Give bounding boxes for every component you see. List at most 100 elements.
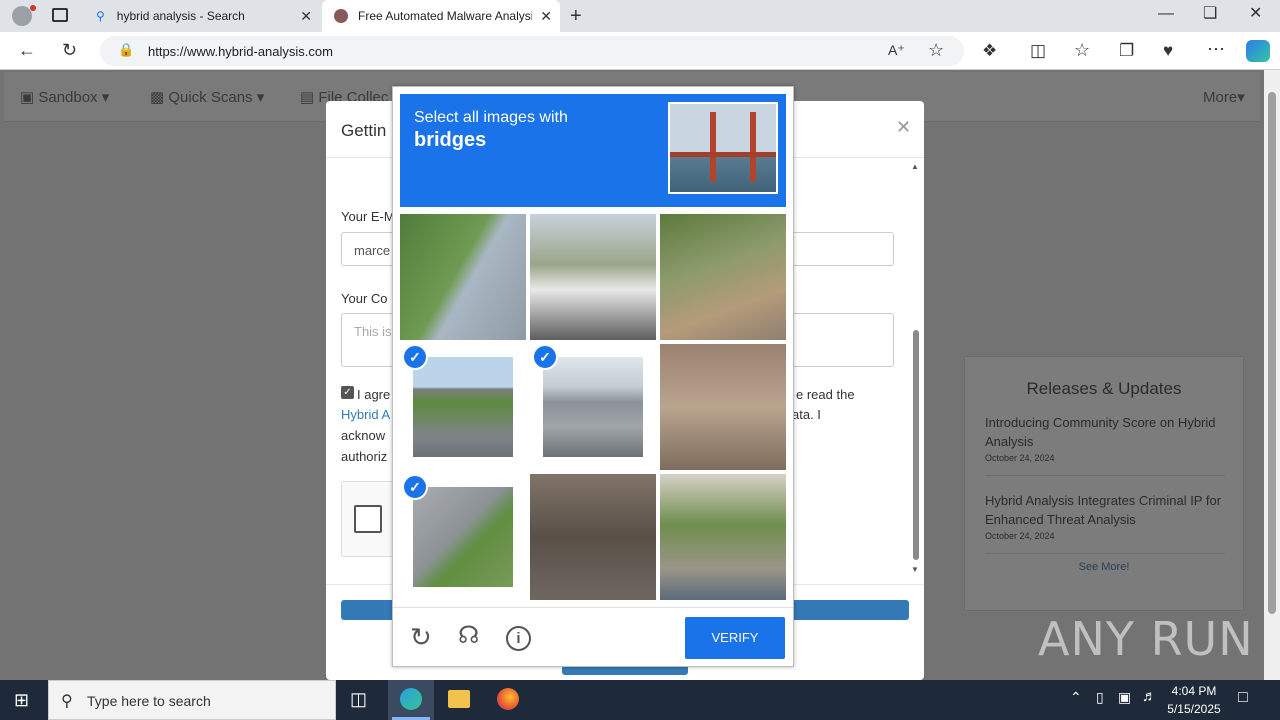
- network-icon[interactable]: ▣: [1118, 690, 1131, 704]
- bridge-example-image: [668, 102, 778, 194]
- divider: [393, 607, 793, 608]
- nav-more[interactable]: More▾: [1203, 88, 1245, 106]
- bridge-tower: [710, 112, 716, 182]
- scrollbar-thumb[interactable]: [1268, 92, 1276, 614]
- agree-text: authoriz: [341, 449, 388, 464]
- release-item-date: October 24, 2024: [985, 531, 1055, 541]
- window-close-icon[interactable]: ✕: [1249, 6, 1262, 22]
- scroll-up-icon[interactable]: ▲: [911, 162, 919, 171]
- restore-icon[interactable]: ❏: [1203, 6, 1217, 22]
- see-more-link[interactable]: See More!: [965, 561, 1243, 573]
- agree-text: I agre: [357, 387, 391, 402]
- selected-check-icon: ✓: [402, 474, 428, 500]
- tile-image: [413, 357, 513, 457]
- taskbar-search-placeholder: Type here to search: [87, 693, 211, 709]
- bridge-deck: [670, 152, 776, 157]
- tile-image: [543, 357, 643, 457]
- lock-icon: 🔒: [118, 42, 135, 57]
- hybrid-analysis-link[interactable]: Hybrid A: [341, 407, 390, 422]
- split-screen-icon[interactable]: ◫: [1030, 42, 1046, 59]
- clock-date[interactable]: 5/15/2025: [1162, 702, 1226, 716]
- clock-time[interactable]: 4:04 PM: [1166, 684, 1222, 698]
- back-icon[interactable]: ←: [18, 41, 36, 59]
- taskbar-search[interactable]: ⚲ Type here to search: [48, 680, 336, 720]
- release-item-title[interactable]: Introducing Community Score on Hybrid An…: [985, 413, 1225, 451]
- close-icon[interactable]: ✕: [540, 8, 552, 25]
- read-aloud-icon[interactable]: A⁺: [888, 43, 905, 57]
- tab-hybrid-analysis[interactable]: Free Automated Malware Analysis ✕: [322, 0, 560, 32]
- captcha-tile-6[interactable]: [660, 344, 786, 470]
- tab-search[interactable]: ⚲ hybrid analysis - Search ✕: [84, 0, 320, 32]
- minimize-icon[interactable]: —: [1158, 6, 1174, 22]
- file-explorer-icon[interactable]: [448, 690, 470, 708]
- reload-icon[interactable]: ↻: [410, 624, 432, 650]
- close-icon[interactable]: ✕: [300, 8, 312, 25]
- captcha-tile-8[interactable]: [530, 474, 656, 600]
- modal-title: Gettin: [341, 121, 387, 140]
- task-view-icon[interactable]: ◫: [350, 690, 367, 708]
- search-icon: ⚲: [61, 693, 73, 710]
- nav-label: More: [1203, 89, 1238, 106]
- site-favicon-icon: [334, 9, 348, 23]
- notifications-icon[interactable]: □: [1238, 690, 1248, 706]
- notification-dot: [30, 5, 36, 11]
- nav-label: Sandbox: [38, 89, 98, 106]
- nav-quick-scans[interactable]: ▩ Quick Scans ▾: [150, 88, 264, 106]
- agree-text: acknow: [341, 428, 386, 443]
- extensions-icon[interactable]: ❖: [982, 42, 997, 59]
- release-item-date: October 24, 2024: [985, 453, 1055, 463]
- captcha-tile-9[interactable]: [660, 474, 786, 600]
- more-menu-icon[interactable]: ⋯: [1207, 40, 1225, 58]
- tab-label: hybrid analysis - Search: [116, 9, 245, 23]
- audio-challenge-icon[interactable]: ☊: [458, 624, 479, 648]
- tab-label: Free Automated Malware Analysis: [358, 9, 532, 23]
- info-icon[interactable]: i: [506, 626, 531, 651]
- favorites-icon[interactable]: ☆: [1074, 41, 1090, 59]
- scrollbar-thumb[interactable]: [913, 330, 919, 560]
- volume-icon[interactable]: ♬: [1142, 689, 1157, 704]
- captcha-tile-2[interactable]: [530, 214, 656, 340]
- divider: [985, 475, 1225, 476]
- new-tab-icon[interactable]: +: [570, 6, 582, 26]
- captcha-prompt: Select all images with: [414, 109, 568, 126]
- edge-icon: [400, 688, 422, 710]
- email-label: Your E-M: [341, 209, 395, 224]
- profile-icon[interactable]: [12, 6, 32, 26]
- agree-checkbox[interactable]: ✓: [341, 386, 354, 399]
- release-item-title[interactable]: Hybrid Analysis Integrates Criminal IP f…: [985, 491, 1225, 529]
- show-hidden-icons-icon[interactable]: ⌃: [1070, 690, 1082, 704]
- releases-panel: Releases & Updates Introducing Community…: [964, 356, 1244, 611]
- url-text: https://www.hybrid-analysis.com: [148, 44, 333, 59]
- copilot-icon[interactable]: [1246, 40, 1270, 62]
- captcha-checkbox[interactable]: [354, 505, 382, 533]
- edge-taskbar-button[interactable]: [388, 680, 434, 720]
- favorite-star-icon[interactable]: ☆: [928, 41, 944, 59]
- modal-close-icon[interactable]: ✕: [896, 117, 911, 138]
- captcha-header: Select all images with bridges: [400, 94, 786, 207]
- agree-text: ata. I: [792, 407, 821, 422]
- device-icon[interactable]: ▯: [1096, 690, 1104, 704]
- nav-sandbox[interactable]: ▣ Sandbox ▾: [20, 88, 109, 106]
- captcha-tile-1[interactable]: [400, 214, 526, 340]
- nav-label: Quick Scans: [168, 89, 253, 106]
- collections-icon[interactable]: ❐: [1119, 42, 1134, 59]
- refresh-icon[interactable]: ↻: [62, 41, 77, 59]
- comment-label: Your Co: [341, 291, 388, 306]
- bridge-tower: [750, 112, 756, 182]
- divider: [985, 553, 1225, 554]
- browser-essentials-icon[interactable]: ♥: [1163, 42, 1173, 59]
- verify-button[interactable]: VERIFY: [685, 617, 785, 659]
- releases-title: Releases & Updates: [1026, 379, 1182, 398]
- firefox-icon[interactable]: [497, 688, 519, 710]
- captcha-target: bridges: [414, 129, 487, 151]
- email-value: marce: [354, 243, 391, 258]
- windows-start-icon[interactable]: ⊞: [14, 691, 29, 709]
- modal-scrollbar[interactable]: ▲ ▼: [910, 162, 922, 578]
- anyrun-watermark: ANY RUN: [1038, 612, 1254, 666]
- comment-placeholder: This is: [354, 324, 392, 339]
- page-scrollbar[interactable]: [1264, 70, 1280, 680]
- url-field[interactable]: 🔒 https://www.hybrid-analysis.com A⁺ ☆: [100, 36, 964, 66]
- captcha-tile-3[interactable]: [660, 214, 786, 340]
- scroll-down-icon[interactable]: ▼: [911, 565, 919, 574]
- tab-actions-icon[interactable]: [52, 8, 68, 22]
